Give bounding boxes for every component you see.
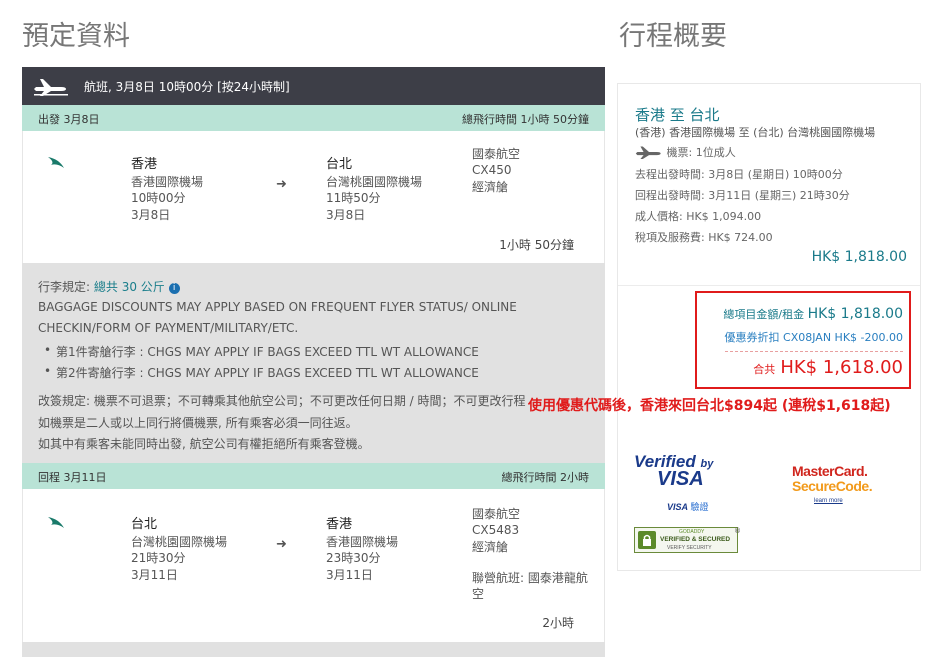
bag1-text: CHGS MAY APPLY IF BAGS EXCEED TTL WT ALL… (147, 345, 479, 359)
cathay-logo-icon (48, 517, 64, 528)
cabin-class: 經濟艙 (472, 540, 509, 554)
outbound-header: 出發 3月8日 總飛行時間 1小時 50分鐘 (22, 105, 605, 131)
securecode-text: SecureCode. (792, 478, 873, 494)
departure-date: 3月11日 (131, 568, 178, 582)
grand-total-value: HK$ 1,618.00 (780, 357, 903, 378)
arrow-right-icon: ➜ (276, 537, 287, 552)
route-title: 香港 至 台北 (635, 106, 720, 124)
destination-airport: 台灣桃園國際機場 (326, 175, 423, 189)
fare-rules-line2: 如機票是二人或以上同行將價機票, 所有乘客必須一同往返。 (38, 416, 358, 430)
baggage-allowance: 行李規定: 總共 30 公斤 i (38, 278, 180, 295)
fare-rules-line3: 如其中有乘客未能同時出發, 航空公司有權拒絕所有乘客登機。 (38, 437, 370, 451)
outbound-date: 出發 3月8日 (38, 113, 100, 126)
grand-total: 合共 HK$ 1,618.00 (753, 357, 903, 378)
baggage-discount-line2: CHECKIN/FORM OF PAYMENT/MILITARY/ETC. (38, 321, 299, 335)
departure-date: 3月8日 (131, 208, 171, 222)
taxes-fees: 稅項及服務費: HK$ 724.00 (635, 231, 773, 244)
inbound-date: 回程 3月11日 (38, 471, 107, 484)
arrow-right-icon: ➜ (276, 177, 287, 192)
inbound-header: 回程 3月11日 總飛行時間 2小時 (22, 463, 605, 489)
origin-airport: 台灣桃園國際機場 (131, 535, 228, 549)
arrival-date: 3月8日 (326, 208, 366, 222)
route-airports: (香港) 香港國際機場 至 (台北) 台灣桃園國際機場 (635, 126, 876, 139)
codeshare-note-cont: 空 (472, 587, 485, 601)
next-panel-edge (22, 642, 605, 657)
fare-rules-line1: 改簽規定: 機票不可退票；不可轉乘其他航空公司；不可更改任何日期 / 時間；不可… (38, 394, 526, 408)
verified-by-visa-badge[interactable]: Verified by VISA VISA 驗證 (634, 452, 724, 514)
learn-more-link[interactable]: learn more (814, 498, 843, 504)
subtotal-price: HK$ 1,818.00 (811, 249, 907, 265)
bag2-label: 第2件寄艙行李 : (56, 366, 144, 380)
flight-number: CX5483 (472, 523, 520, 537)
plane-icon (635, 146, 661, 159)
arrival-time: 11時50分 (326, 191, 381, 205)
baggage-discount-line1: BAGGAGE DISCOUNTS MAY APPLY BASED ON FRE… (38, 300, 517, 314)
origin-city: 台北 (131, 517, 158, 532)
promo-annotation: 使用優惠代碼後，香港來回台北$894起 (連稅$1,618起) (528, 398, 891, 414)
baggage-rules-panel: 行李規定: 總共 30 公斤 i BAGGAGE DISCOUNTS MAY A… (22, 263, 605, 463)
depart-time: 去程出發時間: 3月8日 (星期日) 10時00分 (635, 168, 843, 181)
grand-total-label: 合共 (753, 363, 776, 376)
plane-icon (34, 79, 68, 96)
flight-header-bar: 航班, 3月8日 10時00分 [按24小時制] (22, 67, 605, 105)
bag2-text: CHGS MAY APPLY IF BAGS EXCEED TTL WT ALL… (147, 366, 479, 380)
cathay-logo-icon (48, 157, 64, 168)
vbv-verify-text: 驗證 (690, 502, 709, 512)
godaddy-verified-seal[interactable]: GODADDY VERIFIED & SECURED VERIFY SECURI… (634, 527, 738, 553)
airline-name: 國泰航空 (472, 507, 521, 521)
airline-name: 國泰航空 (472, 147, 521, 161)
godaddy-brand: GODADDY (679, 529, 705, 535)
cabin-class: 經濟艙 (472, 180, 509, 194)
departure-time: 10時00分 (131, 191, 186, 205)
divider (618, 285, 920, 286)
info-icon[interactable]: i (168, 283, 180, 294)
item-total: 總項目金額/租金 HK$ 1,818.00 (723, 306, 903, 322)
arrival-date: 3月11日 (326, 568, 373, 582)
verified-secured-text: VERIFIED & SECURED (660, 536, 731, 543)
segment-duration: 2小時 (542, 616, 574, 630)
verify-security-text: VERIFY SECURITY (667, 545, 712, 551)
return-time: 回程出發時間: 3月11日 (星期三) 21時30分 (635, 189, 850, 202)
vbv-visa-small: VISA (667, 502, 689, 512)
origin-city: 香港 (131, 157, 158, 172)
ticket-info: 機票: 1位成人 (635, 144, 736, 160)
baggage-total-link[interactable]: 總共 30 公斤 (94, 280, 165, 294)
bag2-rule: • 第2件寄艙行李 : CHGS MAY APPLY IF BAGS EXCEE… (44, 364, 479, 380)
itinerary-summary-title: 行程概要 (619, 21, 727, 52)
departure-time: 21時30分 (131, 551, 186, 565)
segment-duration: 1小時 50分鐘 (499, 238, 574, 252)
destination-city: 香港 (326, 517, 353, 532)
bag1-rule: • 第1件寄艙行李 : CHGS MAY APPLY IF BAGS EXCEE… (44, 343, 479, 359)
outbound-segment: 香港 香港國際機場 10時00分 3月8日 ➜ 台北 台灣桃園國際機場 11時5… (22, 131, 605, 263)
baggage-label: 行李規定: (38, 280, 91, 294)
bag1-label: 第1件寄艙行李 : (56, 345, 144, 359)
destination-city: 台北 (326, 157, 353, 172)
item-total-value: HK$ 1,818.00 (807, 306, 903, 322)
arrival-time: 23時30分 (326, 551, 381, 565)
booking-details-title: 預定資料 (22, 21, 130, 52)
adult-price: 成人價格: HK$ 1,094.00 (635, 210, 762, 223)
lock-icon (638, 531, 656, 549)
mastercard-text: MasterCard. (792, 463, 868, 479)
vbv-visa-text: VISA (657, 468, 704, 490)
codeshare-note: 聯營航班: 國泰港龍航 (472, 571, 588, 585)
flight-number: CX450 (472, 163, 512, 177)
coupon-discount: 優惠券折扣 CX08JAN HK$ -200.00 (724, 329, 903, 352)
destination-airport: 香港國際機場 (326, 535, 399, 549)
ticket-count: 機票: 1位成人 (666, 146, 736, 159)
price-total-box: 總項目金額/租金 HK$ 1,818.00 優惠券折扣 CX08JAN HK$ … (695, 291, 911, 389)
flight-bar-label: 航班, 3月8日 10時00分 [按24小時制] (84, 80, 290, 94)
inbound-segment: 台北 台灣桃園國際機場 21時30分 3月11日 ➜ 香港 香港國際機場 23時… (22, 489, 605, 642)
inbound-total-time: 總飛行時間 2小時 (501, 471, 590, 484)
registered-mark-icon: ® (734, 527, 741, 535)
mastercard-securecode-badge[interactable]: MasterCard. SecureCode. learn more (792, 463, 882, 507)
origin-airport: 香港國際機場 (131, 175, 204, 189)
item-total-label: 總項目金額/租金 (723, 308, 805, 321)
outbound-total-time: 總飛行時間 1小時 50分鐘 (462, 113, 589, 126)
